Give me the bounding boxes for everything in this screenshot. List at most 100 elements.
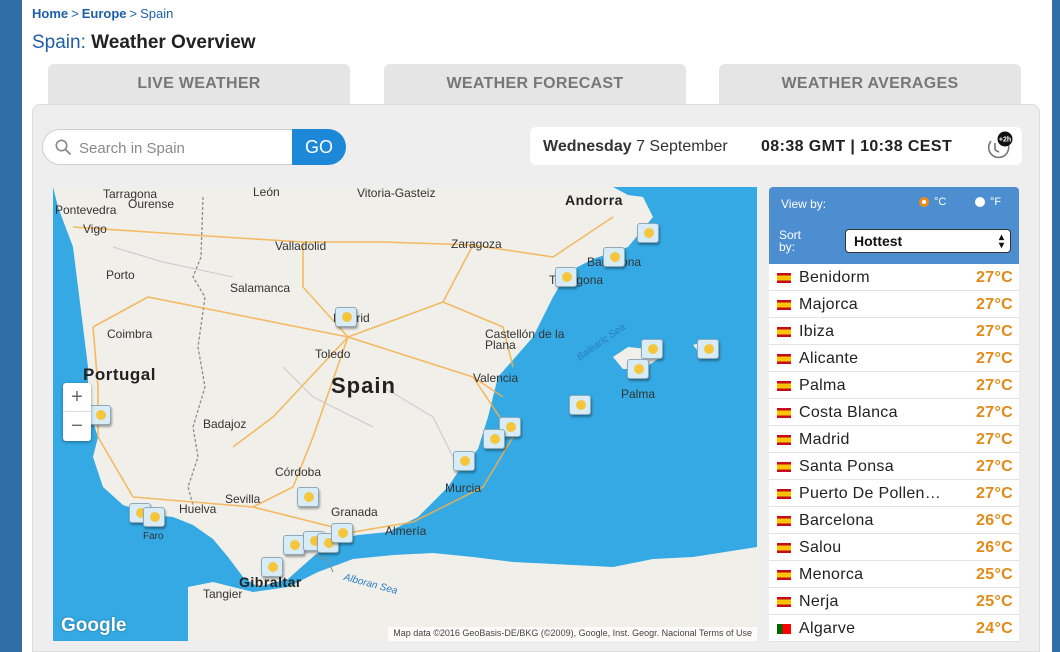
city-temperature: 27°C [976, 296, 1013, 313]
tab-weather-averages[interactable]: WEATHER AVERAGES [719, 64, 1021, 104]
sun-cloud-icon[interactable] [697, 339, 719, 359]
flag-icon [777, 354, 791, 364]
map-attribution[interactable]: Map data ©2016 GeoBasis-DE/BKG (©2009), … [388, 627, 757, 641]
list-item[interactable]: Ibiza 27°C [769, 318, 1019, 345]
zoom-in-button[interactable]: + [63, 383, 91, 412]
list-item[interactable]: Nerja 25°C [769, 588, 1019, 615]
map-label-valencia: Valencia [473, 371, 519, 385]
sun-icon [704, 344, 714, 354]
city-temperature: 26°C [976, 512, 1013, 529]
city-list: Benidorm 27°C Majorca 27°C Ibiza 27°C Alicante… [769, 264, 1019, 642]
map-label-andorra: Andorra [565, 192, 623, 208]
city-name: Benidorm [799, 269, 870, 286]
sun-icon [562, 272, 572, 282]
flag-icon [777, 543, 791, 553]
list-item[interactable]: Madrid 27°C [769, 426, 1019, 453]
sun-icon [96, 410, 106, 420]
city-name: Puerto De Pollen… [799, 485, 942, 502]
breadcrumb-spain[interactable]: Spain [140, 6, 173, 21]
breadcrumb: Home > Europe > Spain [32, 6, 173, 21]
list-item[interactable]: Benidorm 27°C [769, 264, 1019, 291]
map-land [53, 187, 757, 641]
list-item[interactable]: Algarve 24°C [769, 615, 1019, 642]
sun-cloud-icon[interactable] [641, 339, 663, 359]
unit-fahrenheit-radio[interactable]: °F [975, 196, 1001, 208]
sun-cloud-icon[interactable] [453, 451, 475, 471]
go-button[interactable]: GO [292, 129, 346, 165]
sun-cloud-icon[interactable] [335, 307, 357, 327]
sun-cloud-icon[interactable] [143, 507, 165, 527]
zoom-out-button[interactable]: − [63, 412, 91, 441]
map-label-vitoria: Vitoria-Gasteiz [357, 187, 436, 200]
page-title: Spain: Weather Overview [32, 32, 256, 54]
page: Home > Europe > Spain Spain: Weather Overvie… [22, 0, 1052, 652]
clock-badge: +2h [999, 137, 1011, 144]
clock-icon[interactable]: +2h [982, 131, 1014, 163]
list-item[interactable]: Costa Blanca 27°C [769, 399, 1019, 426]
sun-cloud-icon[interactable] [261, 557, 283, 577]
list-item[interactable]: Menorca 25°C [769, 561, 1019, 588]
map-label-coimbra: Coimbra [107, 327, 153, 341]
sun-cloud-icon[interactable] [569, 395, 591, 415]
google-logo: Google [61, 615, 127, 636]
sort-select-value: Hottest [854, 233, 903, 249]
map-label-ourense: Ourense [128, 197, 175, 211]
current-date: Wednesday 7 September [543, 138, 728, 156]
map-label-toledo: Toledo [315, 347, 351, 361]
sun-cloud-icon[interactable] [331, 523, 353, 543]
sun-icon [460, 456, 470, 466]
city-temperature: 27°C [976, 431, 1013, 448]
search-box [42, 129, 294, 165]
city-name: Majorca [799, 296, 859, 313]
list-item[interactable]: Barcelona 26°C [769, 507, 1019, 534]
map-label-castellon: Castellón de la Plana [485, 327, 565, 352]
flag-icon [777, 597, 791, 607]
list-item[interactable]: Puerto De Pollen… 27°C [769, 480, 1019, 507]
sort-select[interactable]: Hottest ▴ ▾ [845, 229, 1011, 253]
breadcrumb-europe[interactable]: Europe [82, 6, 127, 21]
list-item[interactable]: Palma 27°C [769, 372, 1019, 399]
flag-icon [777, 489, 791, 499]
city-name: Barcelona [799, 512, 874, 529]
sun-icon [644, 228, 654, 238]
sun-cloud-icon[interactable] [603, 247, 625, 267]
tab-bar: LIVE WEATHER WEATHER FORECAST WEATHER AV… [48, 64, 1028, 104]
search-icon [55, 139, 71, 155]
sun-cloud-icon[interactable] [283, 535, 305, 555]
breadcrumb-home[interactable]: Home [32, 6, 68, 21]
sun-cloud-icon[interactable] [297, 487, 319, 507]
map-label-salamanca: Salamanca [230, 281, 291, 295]
sun-cloud-icon[interactable] [89, 405, 111, 425]
map-zoom-control: + − [63, 383, 91, 441]
unit-celsius-radio[interactable]: °C [919, 196, 946, 208]
radio-selected-icon [919, 197, 929, 207]
content-panel: GO Wednesday 7 September 08:38 GMT | 10:… [32, 104, 1040, 652]
map-label-tangier: Tangier [203, 587, 243, 601]
tab-weather-forecast[interactable]: WEATHER FORECAST [384, 64, 686, 104]
sun-icon [506, 422, 516, 432]
sun-cloud-icon[interactable] [627, 359, 649, 379]
sun-cloud-icon[interactable] [555, 267, 577, 287]
city-name: Menorca [799, 566, 864, 583]
flag-icon [777, 381, 791, 391]
city-temperature: 27°C [976, 458, 1013, 475]
map-label-huelva: Huelva [179, 502, 217, 516]
unit-fahrenheit-label: °F [990, 196, 1002, 208]
weather-map[interactable]: Tarragona León Vitoria-Gasteiz Andorra P… [53, 187, 757, 641]
sun-icon [490, 434, 500, 444]
list-item[interactable]: Majorca 27°C [769, 291, 1019, 318]
sun-icon [268, 562, 278, 572]
list-item[interactable]: Alicante 27°C [769, 345, 1019, 372]
list-item[interactable]: Santa Ponsa 27°C [769, 453, 1019, 480]
sort-by-label: Sort by: [779, 228, 802, 254]
sun-icon [338, 528, 348, 538]
tab-live-weather[interactable]: LIVE WEATHER [48, 64, 350, 104]
map-label-pontevedra: Pontevedra [55, 203, 117, 217]
search-input[interactable] [79, 137, 289, 159]
flag-icon [777, 300, 791, 310]
list-item[interactable]: Salou 26°C [769, 534, 1019, 561]
sun-cloud-icon[interactable] [483, 429, 505, 449]
sun-cloud-icon[interactable] [637, 223, 659, 243]
flag-icon [777, 273, 791, 283]
flag-icon [777, 435, 791, 445]
